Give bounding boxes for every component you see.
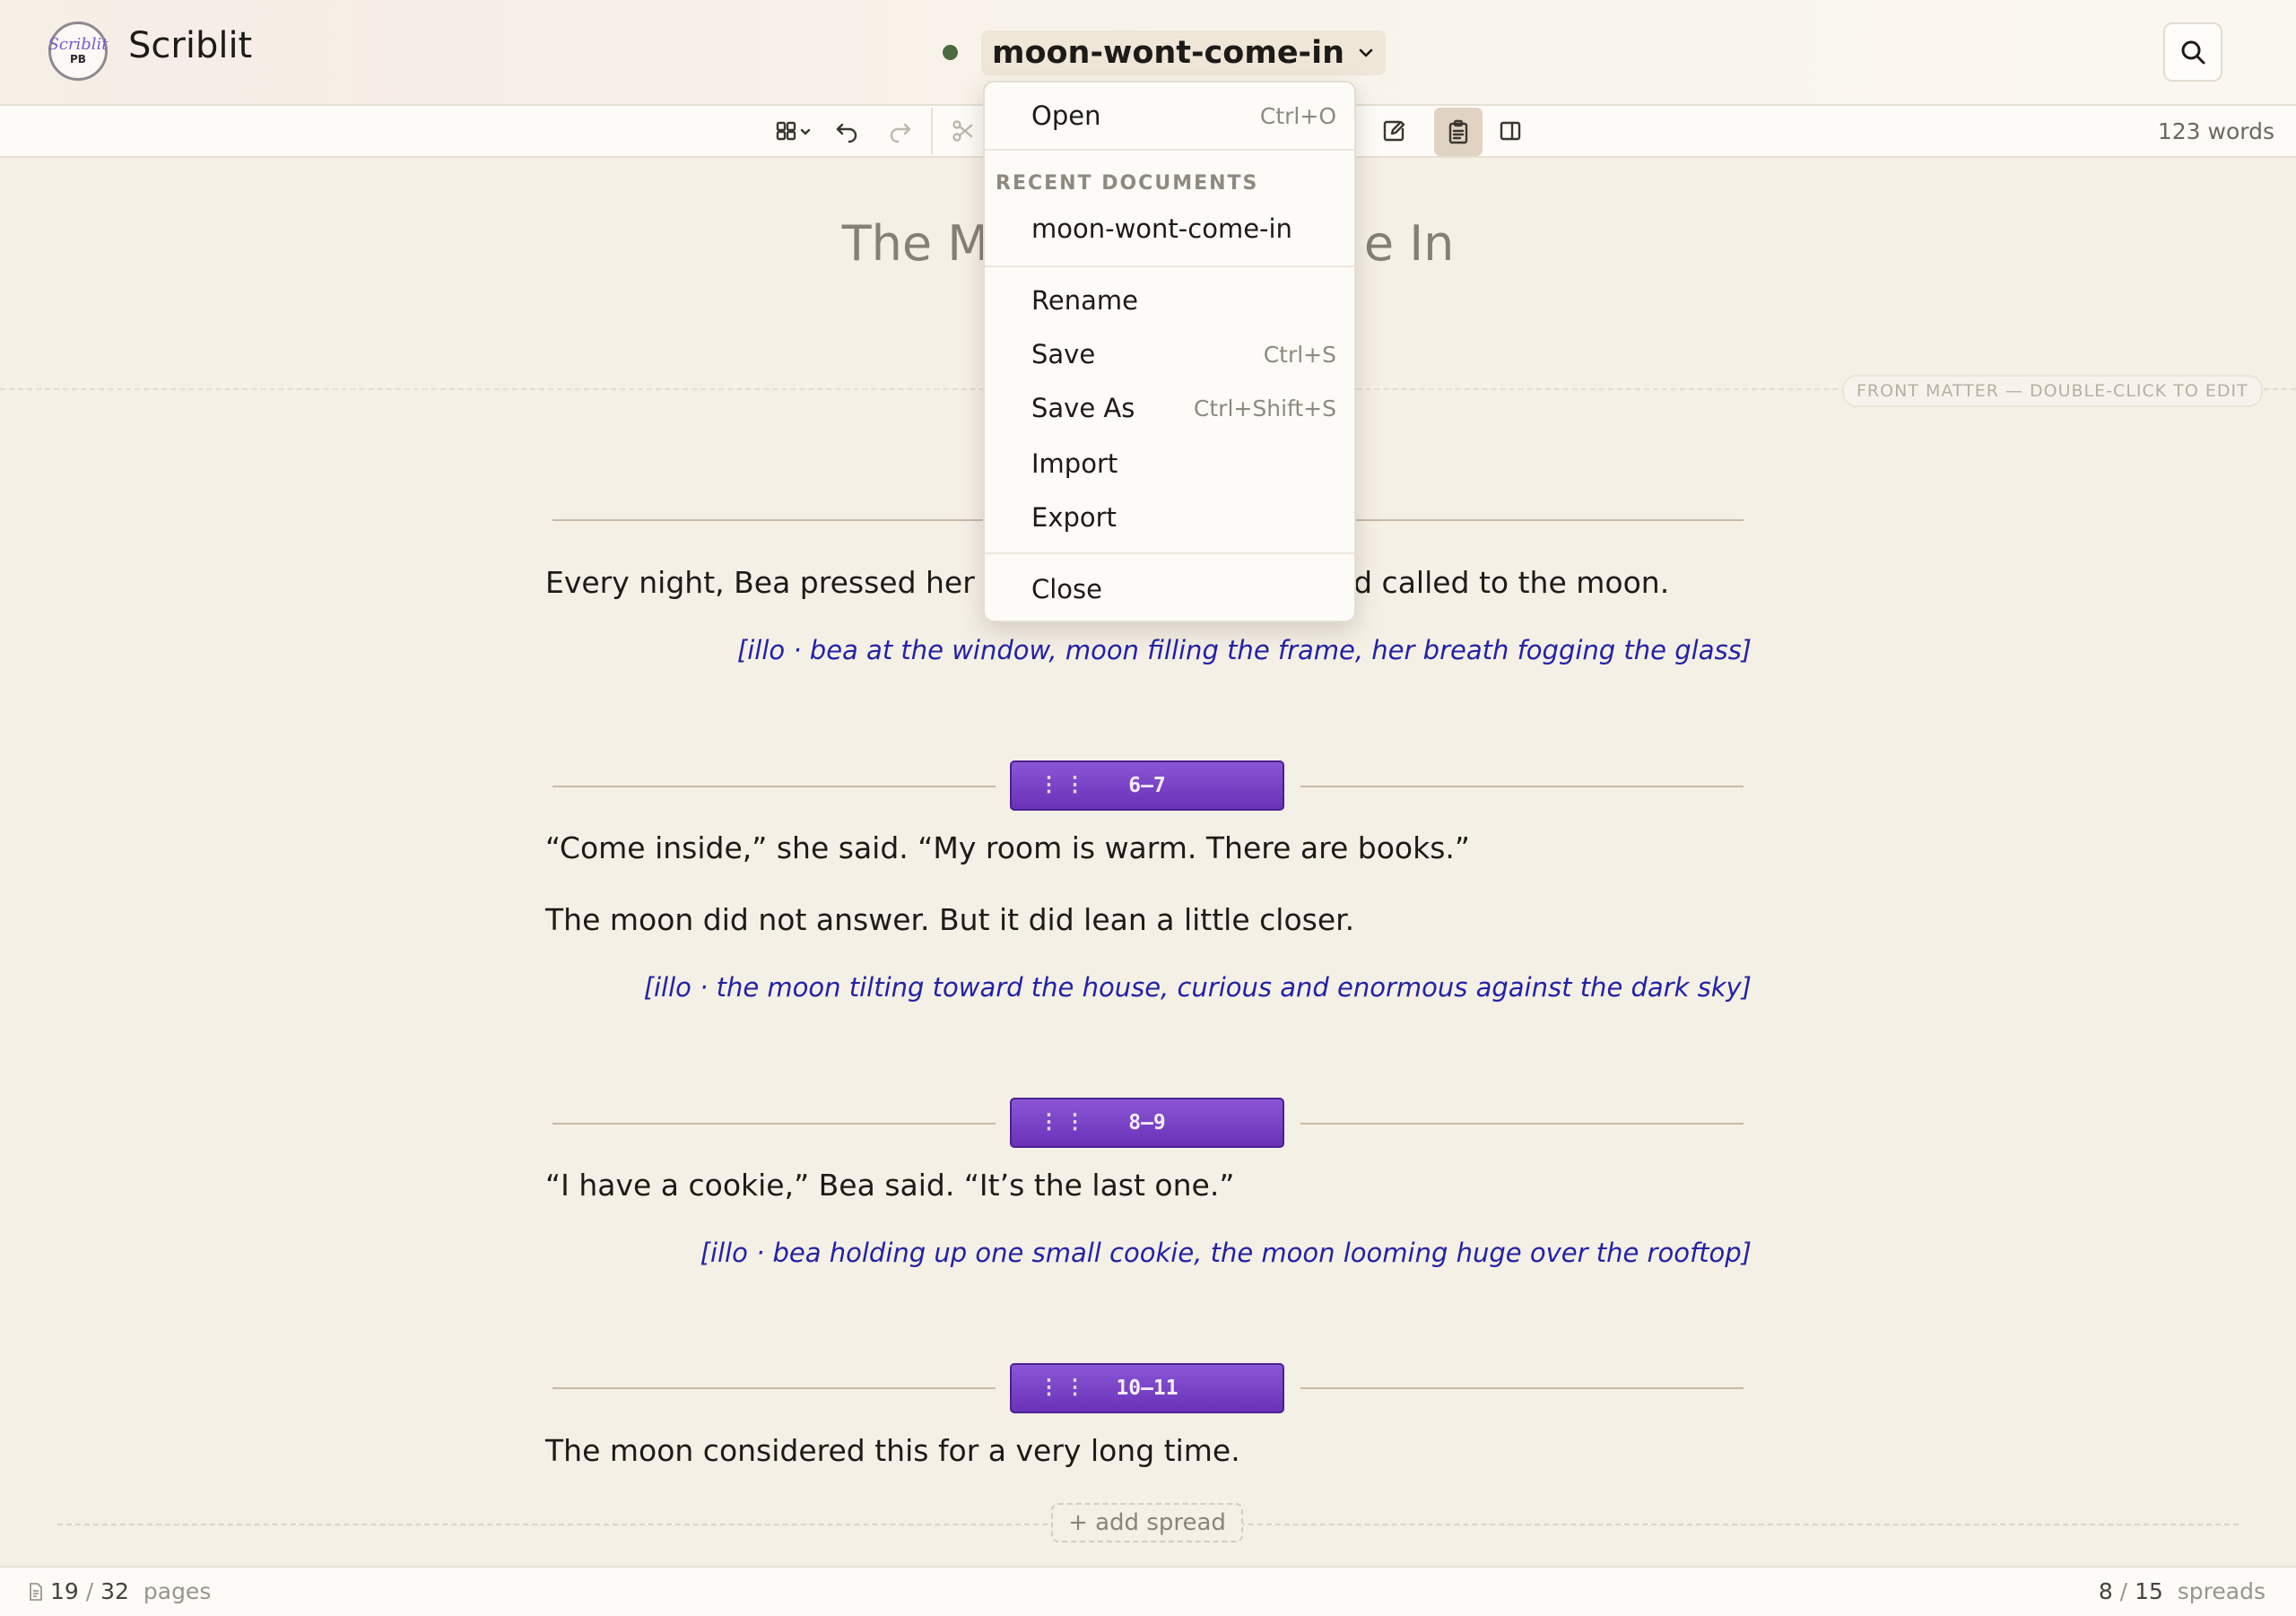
recent-documents-header: RECENT DOCUMENTS xyxy=(996,172,1259,195)
document-menu: Open Ctrl+O RECENT DOCUMENTS moon-wont-c… xyxy=(983,81,1356,622)
manuscript-view-button[interactable] xyxy=(1434,108,1483,156)
spread-text[interactable]: The moon did not answer. But it did lean… xyxy=(545,902,1354,937)
spread-text[interactable]: The moon considered this for a very long… xyxy=(545,1433,1240,1468)
menu-item-recent-document[interactable]: moon-wont-come-in xyxy=(985,203,1354,253)
menu-item-label: Close xyxy=(1031,574,1102,604)
pages-sep: / xyxy=(85,1578,94,1604)
grid-view-icon xyxy=(776,121,811,141)
spread-range: 8–9 xyxy=(1128,1111,1166,1134)
menu-item-import[interactable]: Import xyxy=(985,438,1354,488)
document-menu-button[interactable]: moon-wont-come-in xyxy=(981,30,1386,75)
edit-notes-button[interactable] xyxy=(1376,115,1412,147)
undo-button[interactable] xyxy=(829,115,865,147)
title-left: The M xyxy=(841,215,989,272)
status-bar: 19 / 32 pages 8 / 15 spreads xyxy=(0,1566,2296,1616)
cut-button[interactable] xyxy=(945,115,981,147)
spreads-label: spreads xyxy=(2177,1578,2266,1604)
search-button[interactable] xyxy=(2163,22,2222,82)
cut-icon xyxy=(952,120,973,142)
front-matter-label[interactable]: FRONT MATTER — DOUBLE-CLICK TO EDIT xyxy=(1842,375,2263,407)
edit-note-icon xyxy=(1383,120,1405,142)
search-icon xyxy=(2181,40,2205,65)
pages-label: pages xyxy=(143,1578,212,1604)
app-name: Scriblit xyxy=(128,25,253,66)
spreads-total: 15 xyxy=(2135,1578,2163,1604)
menu-item-label: Import xyxy=(1031,448,1118,479)
spread-marker[interactable]: ⋮⋮ 6–7 xyxy=(1010,760,1284,811)
clipboard-icon xyxy=(1448,119,1468,144)
menu-item-label: Rename xyxy=(1031,285,1138,316)
document-name: moon-wont-come-in xyxy=(992,35,1344,71)
sidebar-toggle-button[interactable] xyxy=(1492,115,1528,147)
menu-item-shortcut: Ctrl+S xyxy=(1263,342,1336,368)
spread-divider xyxy=(552,1123,996,1125)
word-count: 123 words xyxy=(2157,118,2274,144)
spread-divider xyxy=(1300,786,1744,787)
menu-divider xyxy=(985,552,1354,554)
spread-divider xyxy=(1300,1387,1744,1389)
spreads-sep: / xyxy=(2119,1578,2128,1604)
save-status-dot xyxy=(943,45,958,60)
view-mode-button[interactable] xyxy=(773,115,816,147)
menu-item-label: Save xyxy=(1031,339,1096,369)
spread-range: 6–7 xyxy=(1128,774,1166,797)
menu-item-label: Export xyxy=(1031,502,1117,533)
spread-divider xyxy=(552,1387,996,1389)
menu-item-rename[interactable]: Rename xyxy=(985,274,1354,325)
page-icon xyxy=(30,1582,42,1601)
logo-script: Scriblit xyxy=(48,35,109,54)
menu-item-close[interactable]: Close xyxy=(985,563,1354,613)
redo-button[interactable] xyxy=(883,115,918,147)
add-spread-button[interactable]: + add spread xyxy=(1051,1503,1243,1542)
spread-text-left: Every night, Bea pressed her n xyxy=(545,565,1004,600)
spread-divider xyxy=(1300,1123,1744,1125)
menu-item-save-as[interactable]: Save As Ctrl+Shift+S xyxy=(985,382,1354,432)
menu-item-shortcut: Ctrl+O xyxy=(1259,103,1336,129)
menu-divider xyxy=(985,265,1354,267)
pages-current: 19 xyxy=(50,1578,79,1604)
menu-item-label: Save As xyxy=(1031,393,1135,423)
app-logo[interactable]: Scriblit PB xyxy=(48,22,109,81)
spread-count: 8 / 15 spreads xyxy=(2099,1578,2266,1604)
chevron-down-icon xyxy=(1359,48,1373,57)
logo-badge: PB xyxy=(70,53,86,65)
illustration-note[interactable]: [illo · the moon tilting toward the hous… xyxy=(644,972,1752,1003)
menu-item-label: moon-wont-come-in xyxy=(1031,213,1292,244)
menu-item-shortcut: Ctrl+Shift+S xyxy=(1193,395,1336,421)
menu-item-export[interactable]: Export xyxy=(985,491,1354,542)
spread-marker[interactable]: ⋮⋮ 8–9 xyxy=(1010,1098,1284,1148)
spread-marker[interactable]: ⋮⋮ 10–11 xyxy=(1010,1363,1284,1413)
spreads-current: 8 xyxy=(2098,1578,2113,1604)
page-count: 19 / 32 pages xyxy=(29,1578,211,1604)
title-right: e In xyxy=(1363,215,1455,272)
spread-text[interactable]: “I have a cookie,” Bea said. “It’s the l… xyxy=(545,1168,1234,1203)
redo-icon xyxy=(890,123,911,143)
spread-text-right: nd called to the moon. xyxy=(1335,565,1670,600)
sidebar-icon xyxy=(1500,121,1521,141)
illustration-note[interactable]: [illo · bea holding up one small cookie,… xyxy=(700,1238,1752,1268)
menu-item-label: Open xyxy=(1031,100,1101,131)
pages-total: 32 xyxy=(100,1578,129,1604)
illustration-note[interactable]: [illo · bea at the window, moon filling … xyxy=(737,635,1752,665)
menu-item-open[interactable]: Open Ctrl+O xyxy=(985,90,1354,140)
spread-text[interactable]: “Come inside,” she said. “My room is war… xyxy=(545,830,1470,865)
menu-item-save[interactable]: Save Ctrl+S xyxy=(985,328,1354,378)
toolbar-divider xyxy=(931,108,933,154)
undo-icon xyxy=(836,123,857,143)
spread-range: 10–11 xyxy=(1116,1377,1178,1400)
spread-divider xyxy=(552,786,996,787)
menu-divider xyxy=(985,149,1354,151)
